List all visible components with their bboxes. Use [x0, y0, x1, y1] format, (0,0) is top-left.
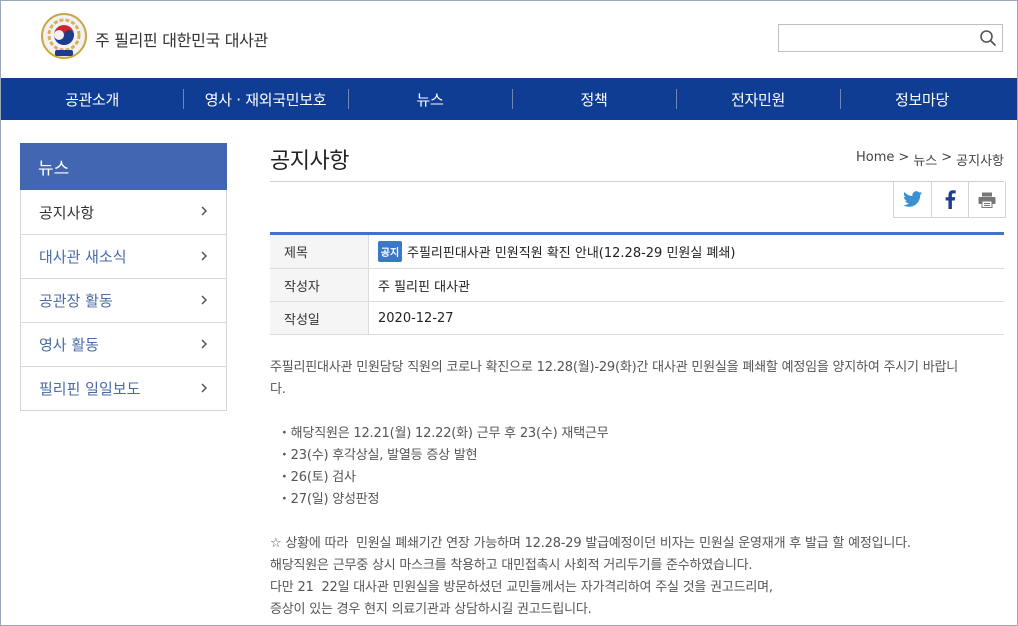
- chevron-right-icon: [201, 383, 208, 393]
- breadcrumb-separator: >: [941, 150, 953, 165]
- nav-item-news[interactable]: 뉴스: [348, 78, 512, 120]
- sidebar-item-label: 대사관 새소식: [39, 248, 127, 266]
- post-body: 주필리핀대사관 민원담당 직원의 코로나 확진으로 12.28(월)-29(화)…: [270, 357, 1004, 621]
- site-header: 주 필리핀 대한민국 대사관: [0, 0, 1018, 78]
- post-date-label: 작성일: [270, 302, 369, 334]
- post-body-line: ・해당직원은 12.21(월) 12.22(화) 근무 후 23(수) 재택근무: [270, 426, 609, 441]
- post-body-line: ・27(일) 양성판정: [270, 492, 380, 507]
- post-date-row: 작성일 2020-12-27: [270, 302, 1004, 335]
- print-button[interactable]: [968, 182, 1005, 217]
- sidebar-list: 공지사항 대사관 새소식 공관장 활동 영사 활동 필리핀 일일보도: [20, 190, 227, 411]
- chevron-right-icon: [201, 206, 208, 216]
- post-title-value: 공지 주필리핀대사관 민원직원 확진 안내(12.28-29 민원실 폐쇄): [369, 235, 1004, 268]
- site-title[interactable]: 주 필리핀 대한민국 대사관: [95, 27, 268, 51]
- post-body-line: 다만 21 22일 대사관 민원실을 방문하셨던 교민들께서는 자가격리하여 주…: [270, 580, 773, 595]
- post-date-value: 2020-12-27: [378, 310, 454, 326]
- notice-badge: 공지: [378, 241, 402, 262]
- sidebar-item-notice[interactable]: 공지사항: [21, 190, 226, 234]
- breadcrumb-news[interactable]: 뉴스: [913, 150, 937, 169]
- main-nav: 공관소개 영사 · 재외국민보호 뉴스 정책 전자민원 정보마당: [1, 78, 1017, 120]
- sidebar-item-ambassador-activities[interactable]: 공관장 활동: [21, 278, 226, 322]
- search-box: [778, 24, 1003, 52]
- nav-item-about[interactable]: 공관소개: [1, 78, 183, 120]
- sidebar: 뉴스 공지사항 대사관 새소식 공관장 활동 영사 활동 필리핀 일일보도: [20, 143, 227, 411]
- post-body-line: [270, 401, 1004, 423]
- print-icon: [978, 192, 996, 208]
- post-title-row: 제목 공지 주필리핀대사관 민원직원 확진 안내(12.28-29 민원실 폐쇄…: [270, 235, 1004, 269]
- nav-item-info[interactable]: 정보마당: [840, 78, 1004, 120]
- post-author-value: 주 필리핀 대사관: [378, 279, 470, 295]
- nav-item-consular[interactable]: 영사 · 재외국민보호: [183, 78, 348, 120]
- sidebar-item-consular-activities[interactable]: 영사 활동: [21, 322, 226, 366]
- post-body-line: 주필리핀대사관 민원담당 직원의 코로나 확진으로 12.28(월)-29(화)…: [270, 360, 959, 375]
- korea-emblem-icon[interactable]: [40, 12, 88, 60]
- post-info-table: 제목 공지 주필리핀대사관 민원직원 확진 안내(12.28-29 민원실 폐쇄…: [270, 232, 1004, 335]
- breadcrumb-current[interactable]: 공지사항: [956, 150, 1004, 169]
- search-icon[interactable]: [978, 28, 998, 48]
- post-body-line: ・26(토) 검사: [270, 470, 356, 485]
- sidebar-item-embassy-news[interactable]: 대사관 새소식: [21, 234, 226, 278]
- chevron-right-icon: [201, 339, 208, 349]
- search-input[interactable]: [779, 25, 969, 51]
- nav-item-e-service[interactable]: 전자민원: [676, 78, 840, 120]
- breadcrumb-home[interactable]: Home: [856, 150, 894, 169]
- page-title: 공지사항: [270, 149, 349, 174]
- sidebar-item-label: 공관장 활동: [39, 292, 113, 310]
- sidebar-heading: 뉴스: [20, 143, 227, 190]
- sidebar-item-label: 필리핀 일일보도: [39, 380, 141, 398]
- post-body-line: 증상이 있는 경우 현지 의료기관과 상담하시길 권고드립니다.: [270, 602, 592, 617]
- nav-item-policy[interactable]: 정책: [512, 78, 676, 120]
- post-author-row: 작성자 주 필리핀 대사관: [270, 269, 1004, 302]
- post-body-line: 다.: [270, 382, 286, 397]
- facebook-icon: [945, 190, 956, 209]
- twitter-icon: [902, 191, 922, 207]
- breadcrumb: Home > 뉴스 > 공지사항: [856, 150, 1004, 169]
- twitter-share-button[interactable]: [894, 182, 931, 217]
- breadcrumb-separator: >: [898, 150, 910, 165]
- post-title-label: 제목: [270, 235, 369, 268]
- post-body-line: [270, 511, 1004, 533]
- sidebar-item-label: 영사 활동: [39, 336, 99, 354]
- post-body-line: ☆ 상황에 따라 민원실 폐쇄기간 연장 가능하며 12.28-29 발급예정이…: [270, 536, 911, 551]
- post-author-label: 작성자: [270, 269, 369, 301]
- chevron-right-icon: [201, 295, 208, 305]
- share-tools: [893, 182, 1006, 218]
- sidebar-item-label: 공지사항: [39, 203, 95, 222]
- post-body-line: 해당직원은 근무중 상시 마스크를 착용하고 대민접촉시 사회적 거리두기를 준…: [270, 558, 753, 573]
- facebook-share-button[interactable]: [931, 182, 968, 217]
- post-title-text: 주필리핀대사관 민원직원 확진 안내(12.28-29 민원실 폐쇄): [407, 246, 736, 261]
- sidebar-item-daily-report[interactable]: 필리핀 일일보도: [21, 366, 226, 410]
- post-body-line: ・23(수) 후각상실, 발열등 증상 발현: [270, 448, 478, 463]
- chevron-right-icon: [201, 251, 208, 261]
